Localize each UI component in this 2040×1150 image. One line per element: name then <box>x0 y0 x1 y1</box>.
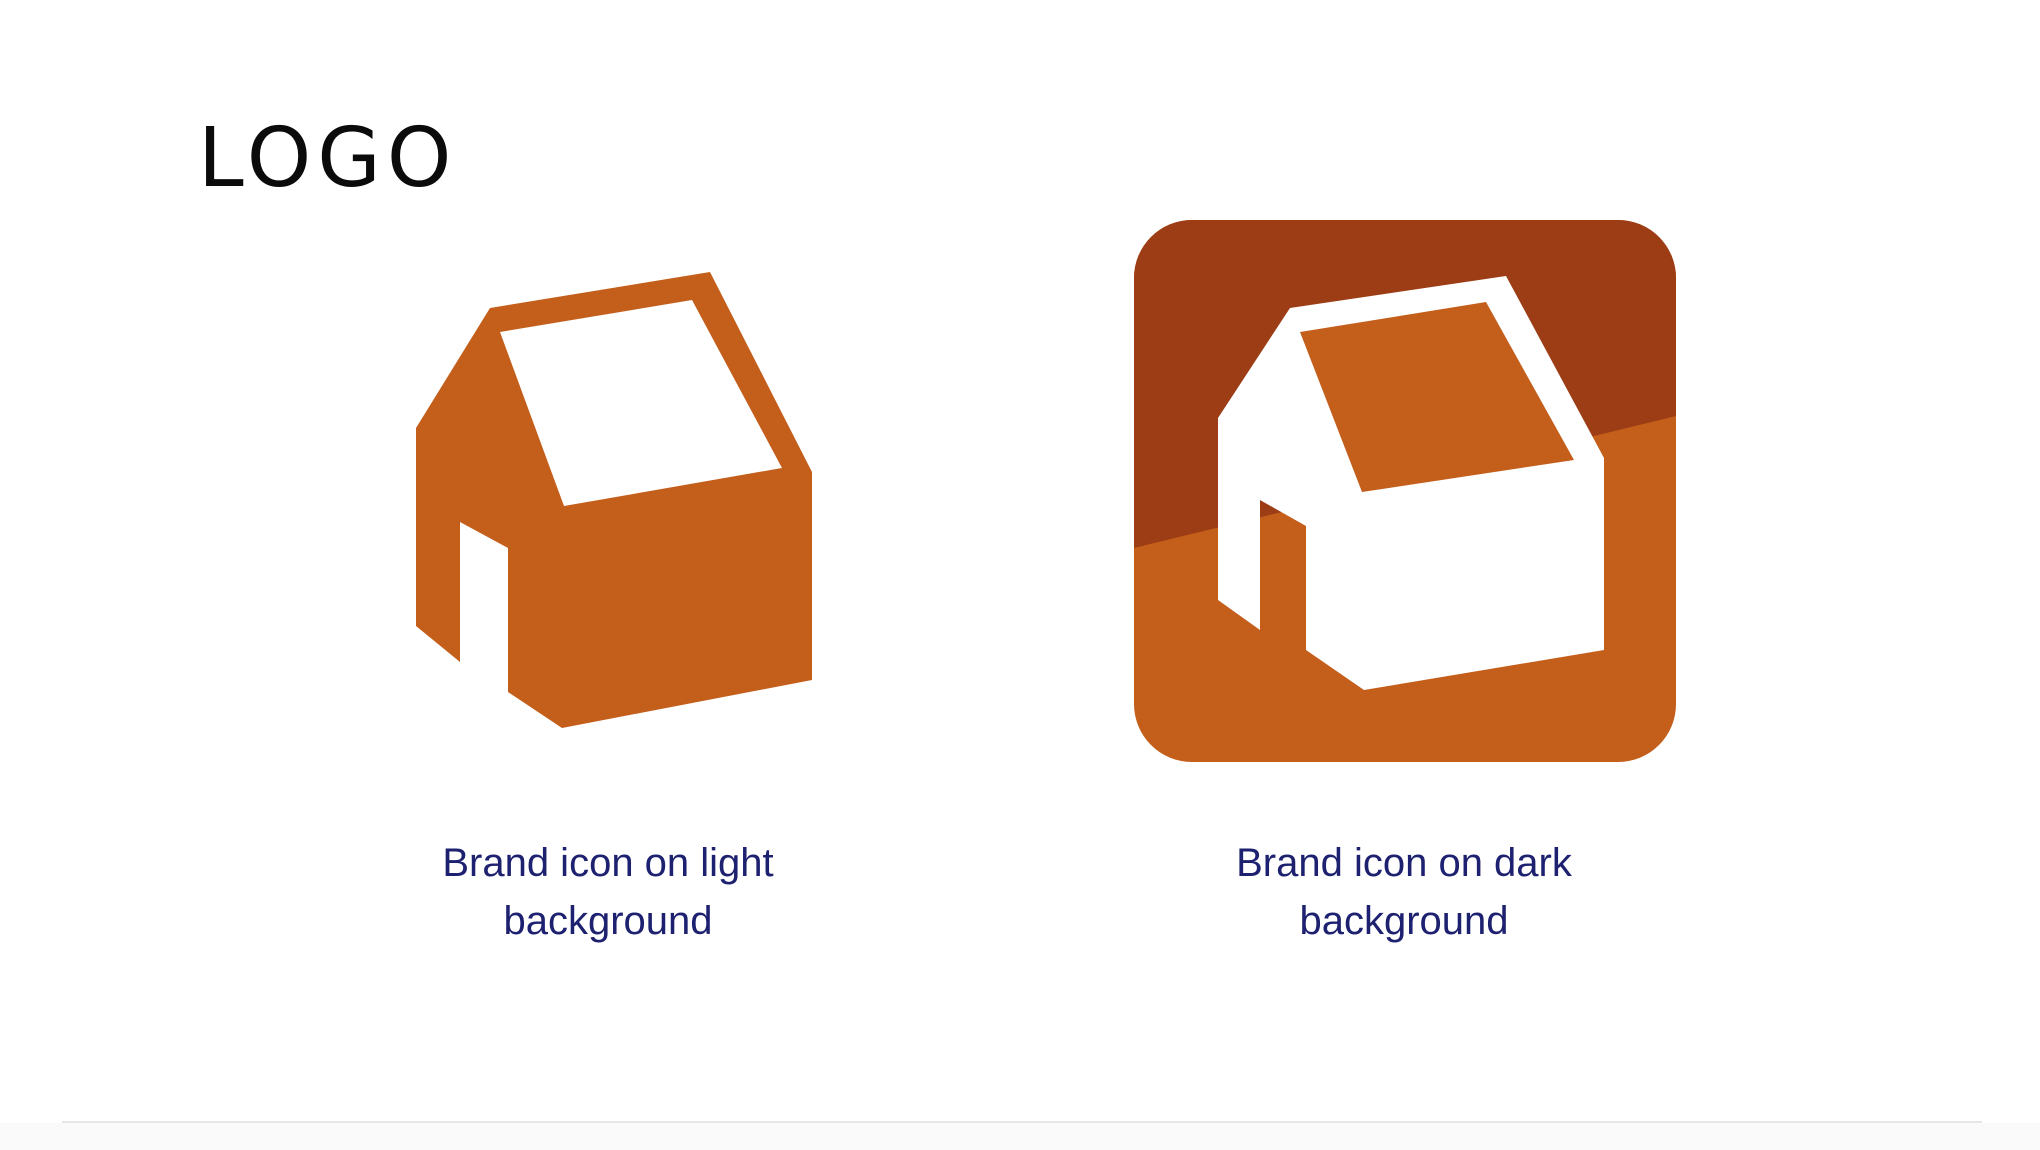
footer-band <box>0 1123 2040 1150</box>
house-icon <box>1134 220 1676 762</box>
brand-logo-light <box>400 260 840 740</box>
house-icon <box>416 272 812 728</box>
caption-light-background: Brand icon on light background <box>442 841 774 943</box>
page-heading: LOGO <box>198 111 458 206</box>
brand-logo-dark <box>1134 220 1676 762</box>
caption-dark-background: Brand icon on dark background <box>1236 841 1572 943</box>
